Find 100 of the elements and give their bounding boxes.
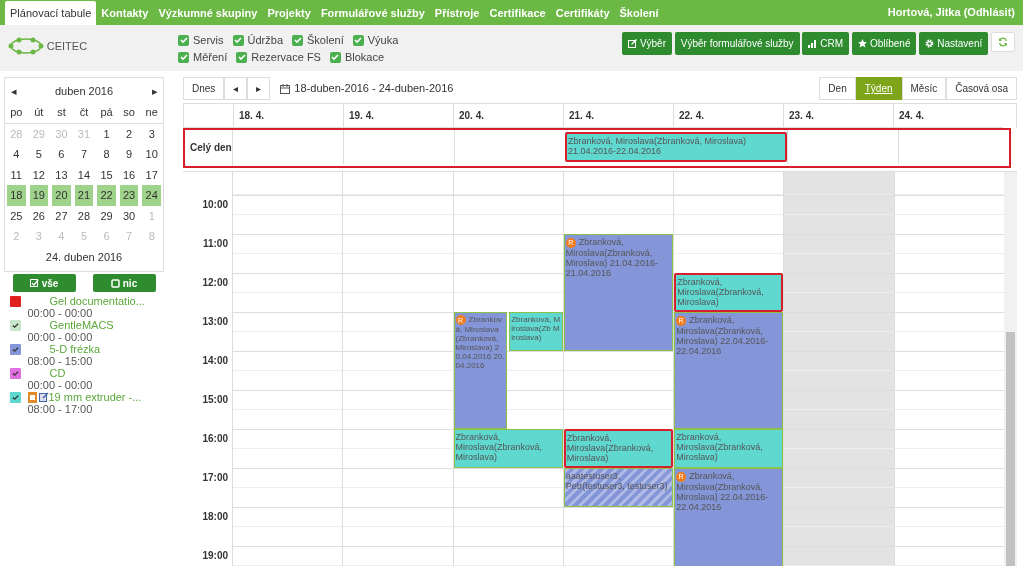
checkbox[interactable] [329, 51, 341, 63]
refresh-button[interactable] [991, 32, 1015, 52]
filter-label[interactable]: Výuka [367, 32, 399, 49]
view-tab[interactable]: Měsíc [901, 77, 947, 100]
calendar-day[interactable]: 1 [95, 123, 118, 144]
calendar-day[interactable]: 30 [117, 205, 141, 226]
weekday-label: út [33, 105, 45, 120]
resource-time: 08:00 - 15:00 [27, 355, 94, 367]
checkbox[interactable] [178, 51, 189, 63]
day-header: 24. 4. [899, 110, 925, 121]
nav-tab[interactable]: Přístroje [429, 0, 485, 25]
resource-checkbox[interactable] [9, 320, 21, 331]
filter-label[interactable]: Měření [193, 48, 228, 66]
resource-name[interactable]: 19 mm extruder -... [48, 391, 142, 403]
calendar-day[interactable]: 20 [52, 185, 71, 206]
calendar-day[interactable]: 24 [142, 185, 161, 206]
nav-tab[interactable]: Formulářové služby [315, 0, 430, 25]
action-button[interactable]: Oblíbené [851, 32, 917, 55]
checkbox[interactable] [236, 51, 248, 63]
resource-checkbox[interactable] [9, 296, 21, 307]
calendar-day[interactable]: 7 [72, 144, 96, 165]
calendar-day[interactable]: 13 [50, 164, 73, 185]
resource-name[interactable]: Gel documentatio... [27, 295, 145, 307]
filter-label[interactable]: Rezervace FS [251, 48, 321, 66]
nav-tab[interactable]: Školení [614, 0, 664, 25]
calendar-day[interactable]: 17 [140, 164, 163, 185]
calendar-day[interactable]: 6 [50, 144, 73, 165]
day-column[interactable] [673, 172, 784, 566]
hour-label: 13:00 [201, 315, 229, 330]
settings-icon [925, 39, 935, 48]
calendar-day[interactable]: 16 [117, 164, 141, 185]
next-month-button[interactable]: ▸ [151, 82, 158, 100]
calendar-day[interactable]: 15 [95, 164, 118, 185]
resource-checkbox[interactable] [9, 344, 21, 355]
resource-checkbox[interactable] [9, 392, 21, 403]
user-name[interactable]: Hortová, Jitka (Odhlásit) [884, 0, 1018, 25]
calendar-event[interactable]: Zbranková, Miroslava(Zbranková, Miroslava) [674, 273, 784, 313]
calendar-day[interactable]: 25 [5, 205, 28, 226]
calendar-day[interactable]: 18 [7, 185, 26, 206]
prev-month-button[interactable]: ◂ [10, 82, 17, 100]
calendar-day[interactable]: 19 [29, 185, 49, 206]
hour-label: 17:00 [201, 471, 229, 486]
calendar-day[interactable]: 8 [95, 144, 118, 165]
resource-time: 00:00 - 00:00 [27, 331, 94, 343]
calendar-day[interactable]: 14 [72, 164, 96, 185]
nav-tab[interactable]: Projekty [262, 0, 316, 25]
view-tab[interactable]: Časová osa [946, 77, 1017, 100]
calendar-day[interactable]: 3 [140, 123, 163, 144]
nav-tab[interactable]: Certifikace [484, 0, 551, 25]
checkbox[interactable] [232, 34, 244, 46]
select-all-button[interactable]: vše [12, 274, 76, 293]
calendar-day[interactable]: 5 [27, 144, 51, 165]
action-button[interactable]: Výběr formulářové služby [674, 32, 800, 55]
calendar-day[interactable]: 9 [117, 144, 141, 165]
weekday-label: po [9, 105, 24, 120]
resource-checkbox[interactable] [9, 368, 21, 379]
select-none-button[interactable]: nic [92, 274, 156, 293]
nav-tab[interactable]: Certifikáty [550, 0, 615, 25]
action-button[interactable]: CRM [802, 32, 850, 55]
calendar-event[interactable]: aaatestuser3, Petr(testuser3, testuser3) [563, 468, 674, 508]
checkbox[interactable] [292, 34, 304, 46]
nav-tab[interactable]: Plánovací tabule [5, 0, 97, 25]
filter-label[interactable]: Údržba [247, 32, 284, 49]
calendar-day[interactable]: 28 [72, 205, 96, 226]
resource-name[interactable]: GentleMACS [27, 319, 114, 331]
calendar-day[interactable]: 27 [50, 205, 73, 226]
next-week-button[interactable]: ▸ [247, 77, 271, 100]
nav-tab[interactable]: Výzkumné skupiny [153, 0, 263, 25]
calendar-day[interactable]: 2 [117, 123, 141, 144]
resource-name[interactable]: CD [27, 367, 66, 379]
calendar-day[interactable]: 10 [140, 144, 163, 165]
calendar-day[interactable]: 4 [5, 144, 28, 165]
calendar-day[interactable]: 21 [74, 185, 94, 206]
resource-time: 00:00 - 00:00 [27, 307, 94, 319]
scrollbar-thumb[interactable] [1006, 332, 1015, 566]
filter-label[interactable]: Školení [307, 32, 344, 49]
calendar-day[interactable]: 23 [119, 185, 139, 206]
resource-name[interactable]: 5-D frézka [27, 343, 101, 355]
calendar-event[interactable]: Zbranková, Miroslava(Zb Miroslava) [509, 312, 563, 352]
hour-label: 18:00 [201, 510, 229, 525]
filter-label[interactable]: Servis [193, 32, 224, 49]
calendar-day[interactable]: 26 [27, 205, 51, 226]
view-tab[interactable]: Den [819, 77, 856, 100]
checkbox[interactable] [178, 34, 189, 46]
today-button[interactable]: Dnes [183, 77, 225, 100]
prev-week-button[interactable]: ◂ [224, 77, 248, 100]
nav-tab[interactable]: Kontakty [96, 0, 154, 25]
calendar-day[interactable]: 11 [5, 164, 28, 185]
calendar-day[interactable]: 12 [27, 164, 51, 185]
calendar-event[interactable]: Zbranková, Miroslava(Zbranková, Miroslava) [453, 429, 563, 469]
all-day-event[interactable]: Zbranková, Miroslava(Zbranková, Miroslava) 21.04.2016-22.04.2016 [565, 132, 787, 162]
calendar-day[interactable]: 29 [95, 205, 118, 226]
action-button[interactable]: Výběr [621, 32, 672, 55]
calendar-event[interactable]: Zbranková, Miroslava(Zbranková, Miroslava) [674, 429, 784, 469]
calendar-day[interactable]: 22 [97, 185, 116, 206]
action-button[interactable]: Nastavení [919, 32, 989, 55]
view-tab[interactable]: Týden [855, 77, 902, 100]
calendar-event[interactable]: Zbranková, Miroslava(Zbranková, Miroslava) [563, 429, 674, 469]
checkbox[interactable] [352, 34, 364, 46]
filter-label[interactable]: Blokace [344, 48, 385, 66]
